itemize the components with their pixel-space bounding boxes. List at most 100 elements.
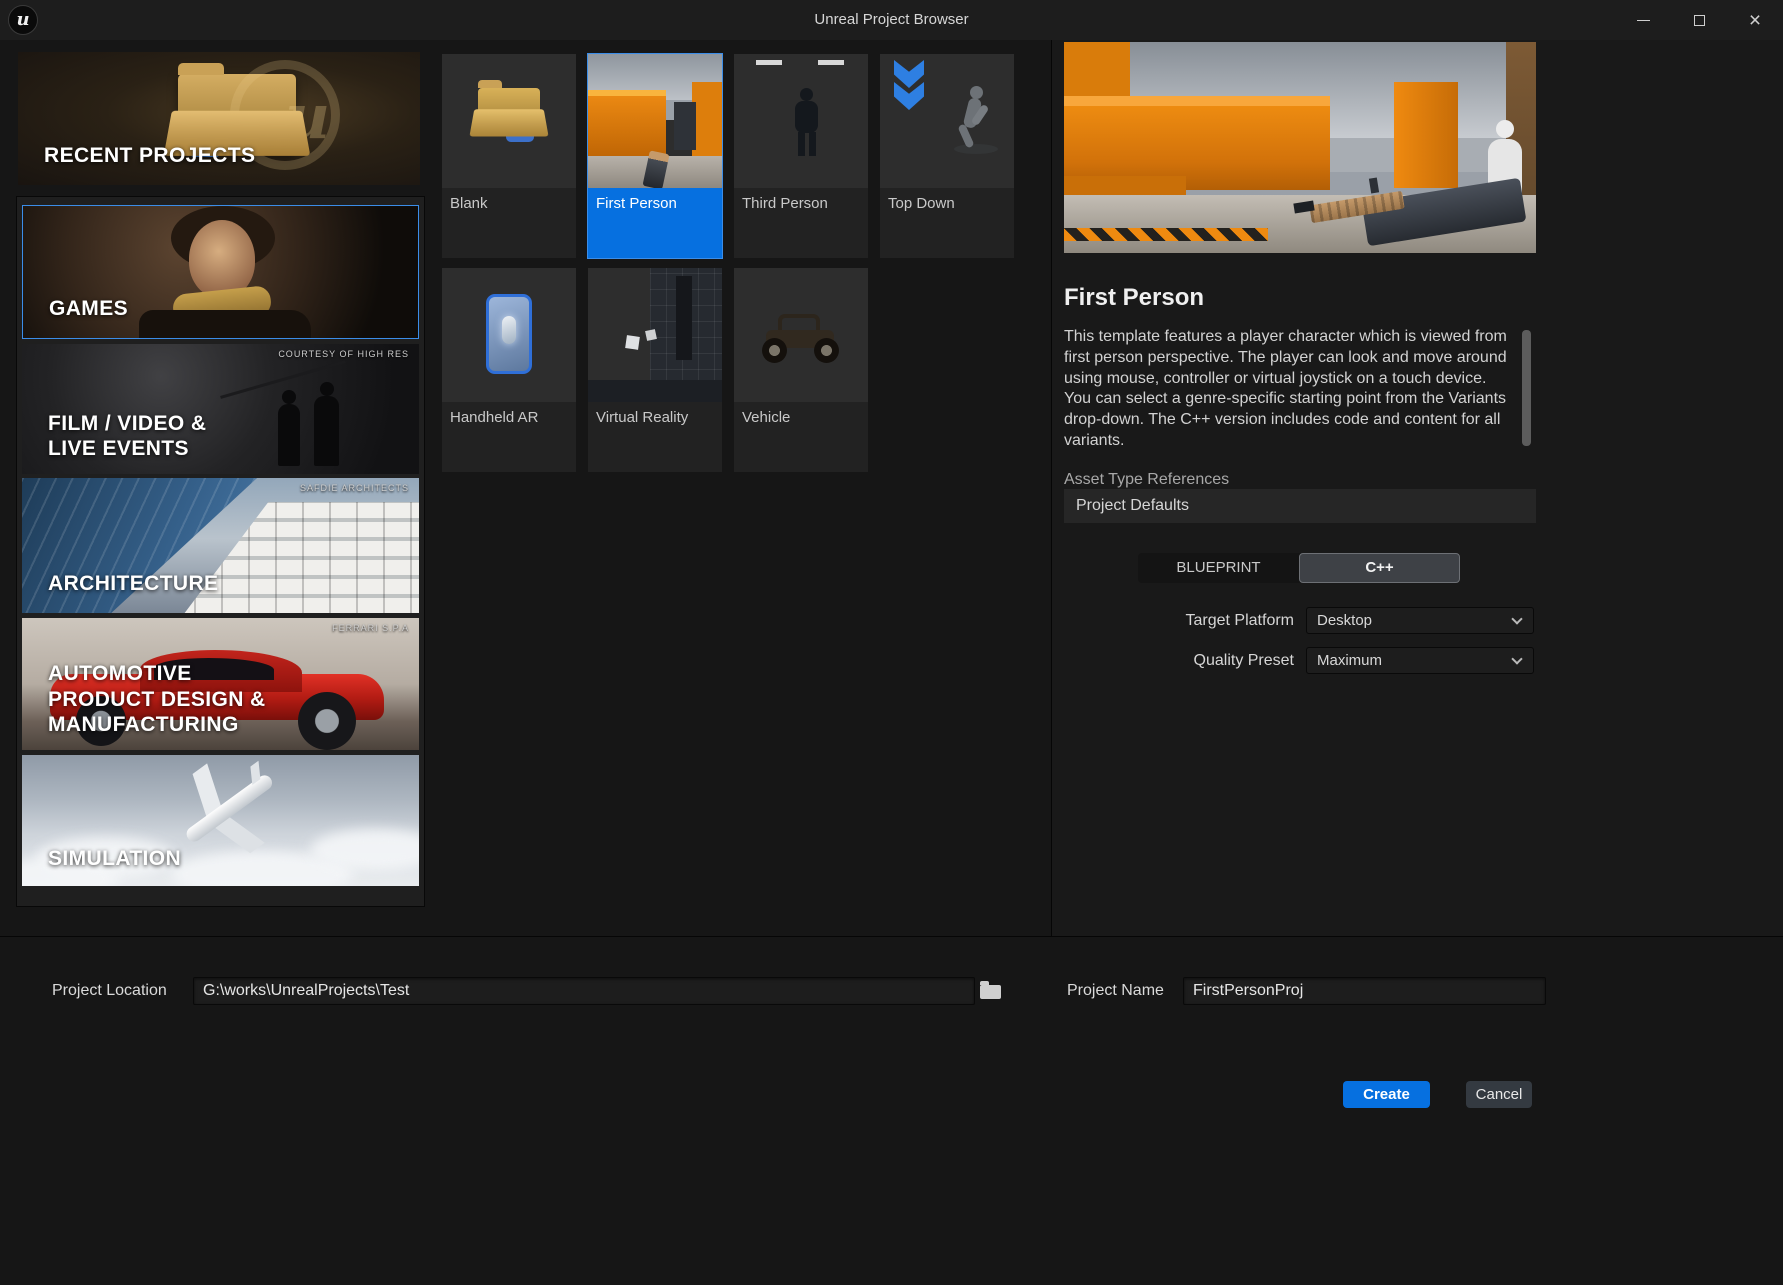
orange-trim <box>1064 96 1330 106</box>
doorway <box>674 102 696 150</box>
chevron-down-icon <box>1511 653 1522 664</box>
footer-bar: Project Location Project Name Create Can… <box>0 936 1783 1285</box>
unreal-project-browser-window: u Unreal Project Browser × u RECENT PROJ… <box>0 0 1783 1285</box>
mannequin-head <box>1496 120 1514 138</box>
project-name-label: Project Name <box>1067 977 1164 1005</box>
template-label: Virtual Reality <box>588 402 722 472</box>
image-credit: COURTESY OF HIGH RES <box>278 349 409 359</box>
project-name-input[interactable] <box>1183 977 1546 1005</box>
virtual-reality-thumbnail <box>588 268 722 402</box>
chevron-down-icon <box>1511 613 1522 624</box>
category-label: AUTOMOTIVE PRODUCT DESIGN & MANUFACTURIN… <box>48 661 266 738</box>
ceiling-light <box>818 60 844 65</box>
third-person-thumbnail <box>734 54 868 188</box>
window-title: Unreal Project Browser <box>0 0 1783 40</box>
sidebar-item-automotive[interactable]: FERRARI S.P.A AUTOMOTIVE PRODUCT DESIGN … <box>22 618 419 750</box>
character-body <box>795 101 818 133</box>
project-location-input[interactable] <box>193 977 975 1005</box>
maximize-icon <box>1694 15 1705 26</box>
character-face <box>189 220 255 298</box>
implementation-toggle: BLUEPRINT C++ <box>1138 553 1460 583</box>
blank-thumbnail <box>442 54 576 188</box>
maximize-button[interactable] <box>1671 0 1727 40</box>
first-person-thumbnail <box>588 54 722 188</box>
folder-icon <box>980 985 1001 999</box>
ar-object <box>502 316 516 344</box>
template-card-blank[interactable]: Blank <box>442 54 576 258</box>
orange-ceiling <box>1064 42 1130 98</box>
character-shadow <box>954 144 998 154</box>
hazard-stripe <box>1064 228 1268 241</box>
template-title: First Person <box>1064 284 1204 312</box>
template-description: This template features a player characte… <box>1064 327 1516 452</box>
minimize-icon <box>1637 20 1650 21</box>
template-label: Blank <box>442 188 576 258</box>
cancel-button[interactable]: Cancel <box>1466 1081 1532 1108</box>
template-label: First Person <box>588 188 722 258</box>
browse-folder-button[interactable] <box>980 981 1004 1001</box>
character-head <box>970 86 983 99</box>
window-controls: × <box>1615 0 1783 40</box>
image-credit: FERRARI S.P.A <box>332 623 409 633</box>
category-label: RECENT PROJECTS <box>44 143 255 169</box>
sidebar-item-games[interactable]: GAMES <box>22 205 419 339</box>
gun-sight <box>1369 177 1379 193</box>
sidebar-item-film-video[interactable]: COURTESY OF HIGH RES FILM / VIDEO & LIVE… <box>22 344 419 474</box>
crew-silhouette <box>314 396 339 466</box>
sidebar-item-architecture[interactable]: SAFDIE ARCHITECTS ARCHITECTURE <box>22 478 419 613</box>
category-list: GAMES COURTESY OF HIGH RES FILM / VIDEO … <box>16 196 425 907</box>
orange-column <box>1394 82 1458 188</box>
template-label: Top Down <box>880 188 1014 258</box>
character-shoulders <box>139 310 311 338</box>
quality-preset-dropdown[interactable]: Maximum <box>1306 647 1534 674</box>
white-cube <box>625 335 640 350</box>
floor <box>588 380 722 402</box>
crew-silhouette <box>278 404 300 466</box>
target-platform-label: Target Platform <box>1052 607 1294 634</box>
orange-wall <box>588 90 666 156</box>
category-label: ARCHITECTURE <box>48 571 218 597</box>
asset-type-references-label: Asset Type References <box>1064 471 1229 489</box>
target-platform-dropdown[interactable]: Desktop <box>1306 607 1534 634</box>
sidebar-item-recent-projects[interactable]: u RECENT PROJECTS <box>18 52 420 185</box>
create-button[interactable]: Create <box>1343 1081 1430 1108</box>
template-card-vehicle[interactable]: Vehicle <box>734 268 868 472</box>
template-card-handheld-ar[interactable]: Handheld AR <box>442 268 576 472</box>
category-label: GAMES <box>49 296 128 322</box>
buggy-wheel <box>814 338 839 363</box>
sidebar-item-simulation[interactable]: SIMULATION <box>22 755 419 886</box>
cpp-tab[interactable]: C++ <box>1299 553 1460 583</box>
template-label: Vehicle <box>734 402 868 472</box>
template-label: Handheld AR <box>442 402 576 472</box>
vehicle-thumbnail <box>734 268 868 402</box>
template-card-virtual-reality[interactable]: Virtual Reality <box>588 268 722 472</box>
quality-preset-value: Maximum <box>1317 652 1382 669</box>
template-card-top-down[interactable]: Top Down <box>880 54 1014 258</box>
blue-arrow-icon <box>894 60 924 88</box>
template-details-panel: First Person This template features a pl… <box>1051 40 1783 936</box>
close-icon: × <box>1749 10 1761 31</box>
character-leg <box>809 132 816 156</box>
project-defaults-header[interactable]: Project Defaults <box>1064 489 1536 523</box>
buggy-wheel <box>762 338 787 363</box>
template-preview-image <box>1064 42 1536 253</box>
ceiling-light <box>756 60 782 65</box>
project-location-label: Project Location <box>52 977 167 1005</box>
blueprint-tab[interactable]: BLUEPRINT <box>1138 553 1299 583</box>
description-scrollbar[interactable] <box>1522 330 1531 446</box>
folder-front <box>469 109 548 136</box>
white-cube <box>645 329 657 341</box>
minimize-button[interactable] <box>1615 0 1671 40</box>
orange-trim <box>588 90 666 96</box>
quality-preset-label: Quality Preset <box>1052 647 1294 674</box>
category-label: FILM / VIDEO & LIVE EVENTS <box>48 411 206 462</box>
template-card-first-person[interactable]: First Person <box>588 54 722 258</box>
category-label: SIMULATION <box>48 846 181 872</box>
template-label: Third Person <box>734 188 868 258</box>
dark-column <box>676 276 692 360</box>
title-bar: u Unreal Project Browser × <box>0 0 1783 40</box>
car-rear-wheel <box>298 692 356 750</box>
close-button[interactable]: × <box>1727 0 1783 40</box>
image-credit: SAFDIE ARCHITECTS <box>300 483 409 493</box>
template-card-third-person[interactable]: Third Person <box>734 54 868 258</box>
